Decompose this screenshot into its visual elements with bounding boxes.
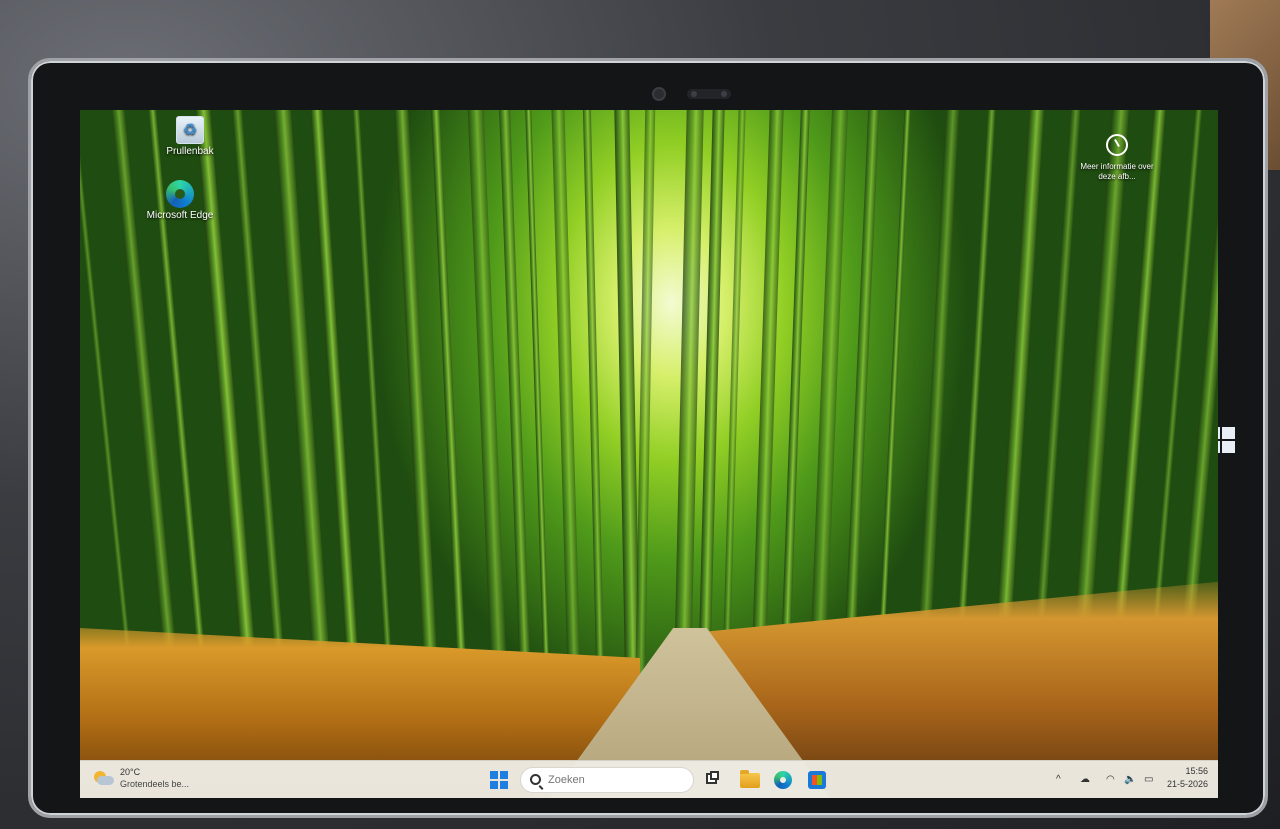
webcam	[652, 87, 666, 101]
spotlight-info-icon	[1106, 134, 1128, 156]
search-input[interactable]	[548, 771, 688, 789]
desktop-icon-label: Microsoft Edge	[146, 210, 214, 221]
spotlight-info[interactable]: Meer informatie over deze afb...	[1076, 134, 1158, 182]
clock-time: 15:56	[1185, 766, 1208, 776]
weather-condition: Grotendeels be...	[120, 779, 190, 789]
taskbar-clock[interactable]: 15:56 21-5-2026	[1148, 765, 1208, 791]
wifi-icon[interactable]: ◠	[1106, 774, 1115, 785]
volume-icon[interactable]: 🔈	[1124, 774, 1136, 785]
recycle-bin-icon	[176, 116, 204, 144]
edge-icon	[166, 180, 194, 208]
chevron-up-icon[interactable]: ^	[1056, 774, 1061, 785]
spotlight-label: Meer informatie over deze afb...	[1080, 162, 1154, 181]
onedrive-icon[interactable]: ☁	[1080, 774, 1090, 785]
search-icon	[530, 774, 541, 785]
taskbar: 20°C Grotendeels be... ^ ☁ ◠ 🔈 ▭ 15:56 2…	[80, 760, 1218, 798]
clock-date: 21-5-2026	[1166, 779, 1208, 789]
desktop-icon-edge[interactable]: Microsoft Edge	[143, 180, 217, 221]
taskbar-search[interactable]	[520, 767, 694, 793]
folder-icon[interactable]	[740, 770, 760, 788]
edge-icon[interactable]	[774, 771, 792, 789]
partly-cloudy-icon	[92, 771, 114, 787]
desktop-screen: Prullenbak Microsoft Edge Meer informati…	[80, 110, 1218, 798]
store-icon[interactable]	[808, 771, 826, 789]
desktop-icon-label: Prullenbak	[166, 146, 214, 157]
weather-temperature: 20°C	[120, 767, 141, 777]
weather-widget[interactable]: 20°C Grotendeels be...	[92, 766, 212, 794]
windows-start-icon[interactable]	[490, 771, 508, 789]
desktop-icon-recycle-bin[interactable]: Prullenbak	[153, 116, 227, 157]
task-view-icon[interactable]	[704, 769, 726, 791]
ir-sensor	[687, 89, 731, 99]
